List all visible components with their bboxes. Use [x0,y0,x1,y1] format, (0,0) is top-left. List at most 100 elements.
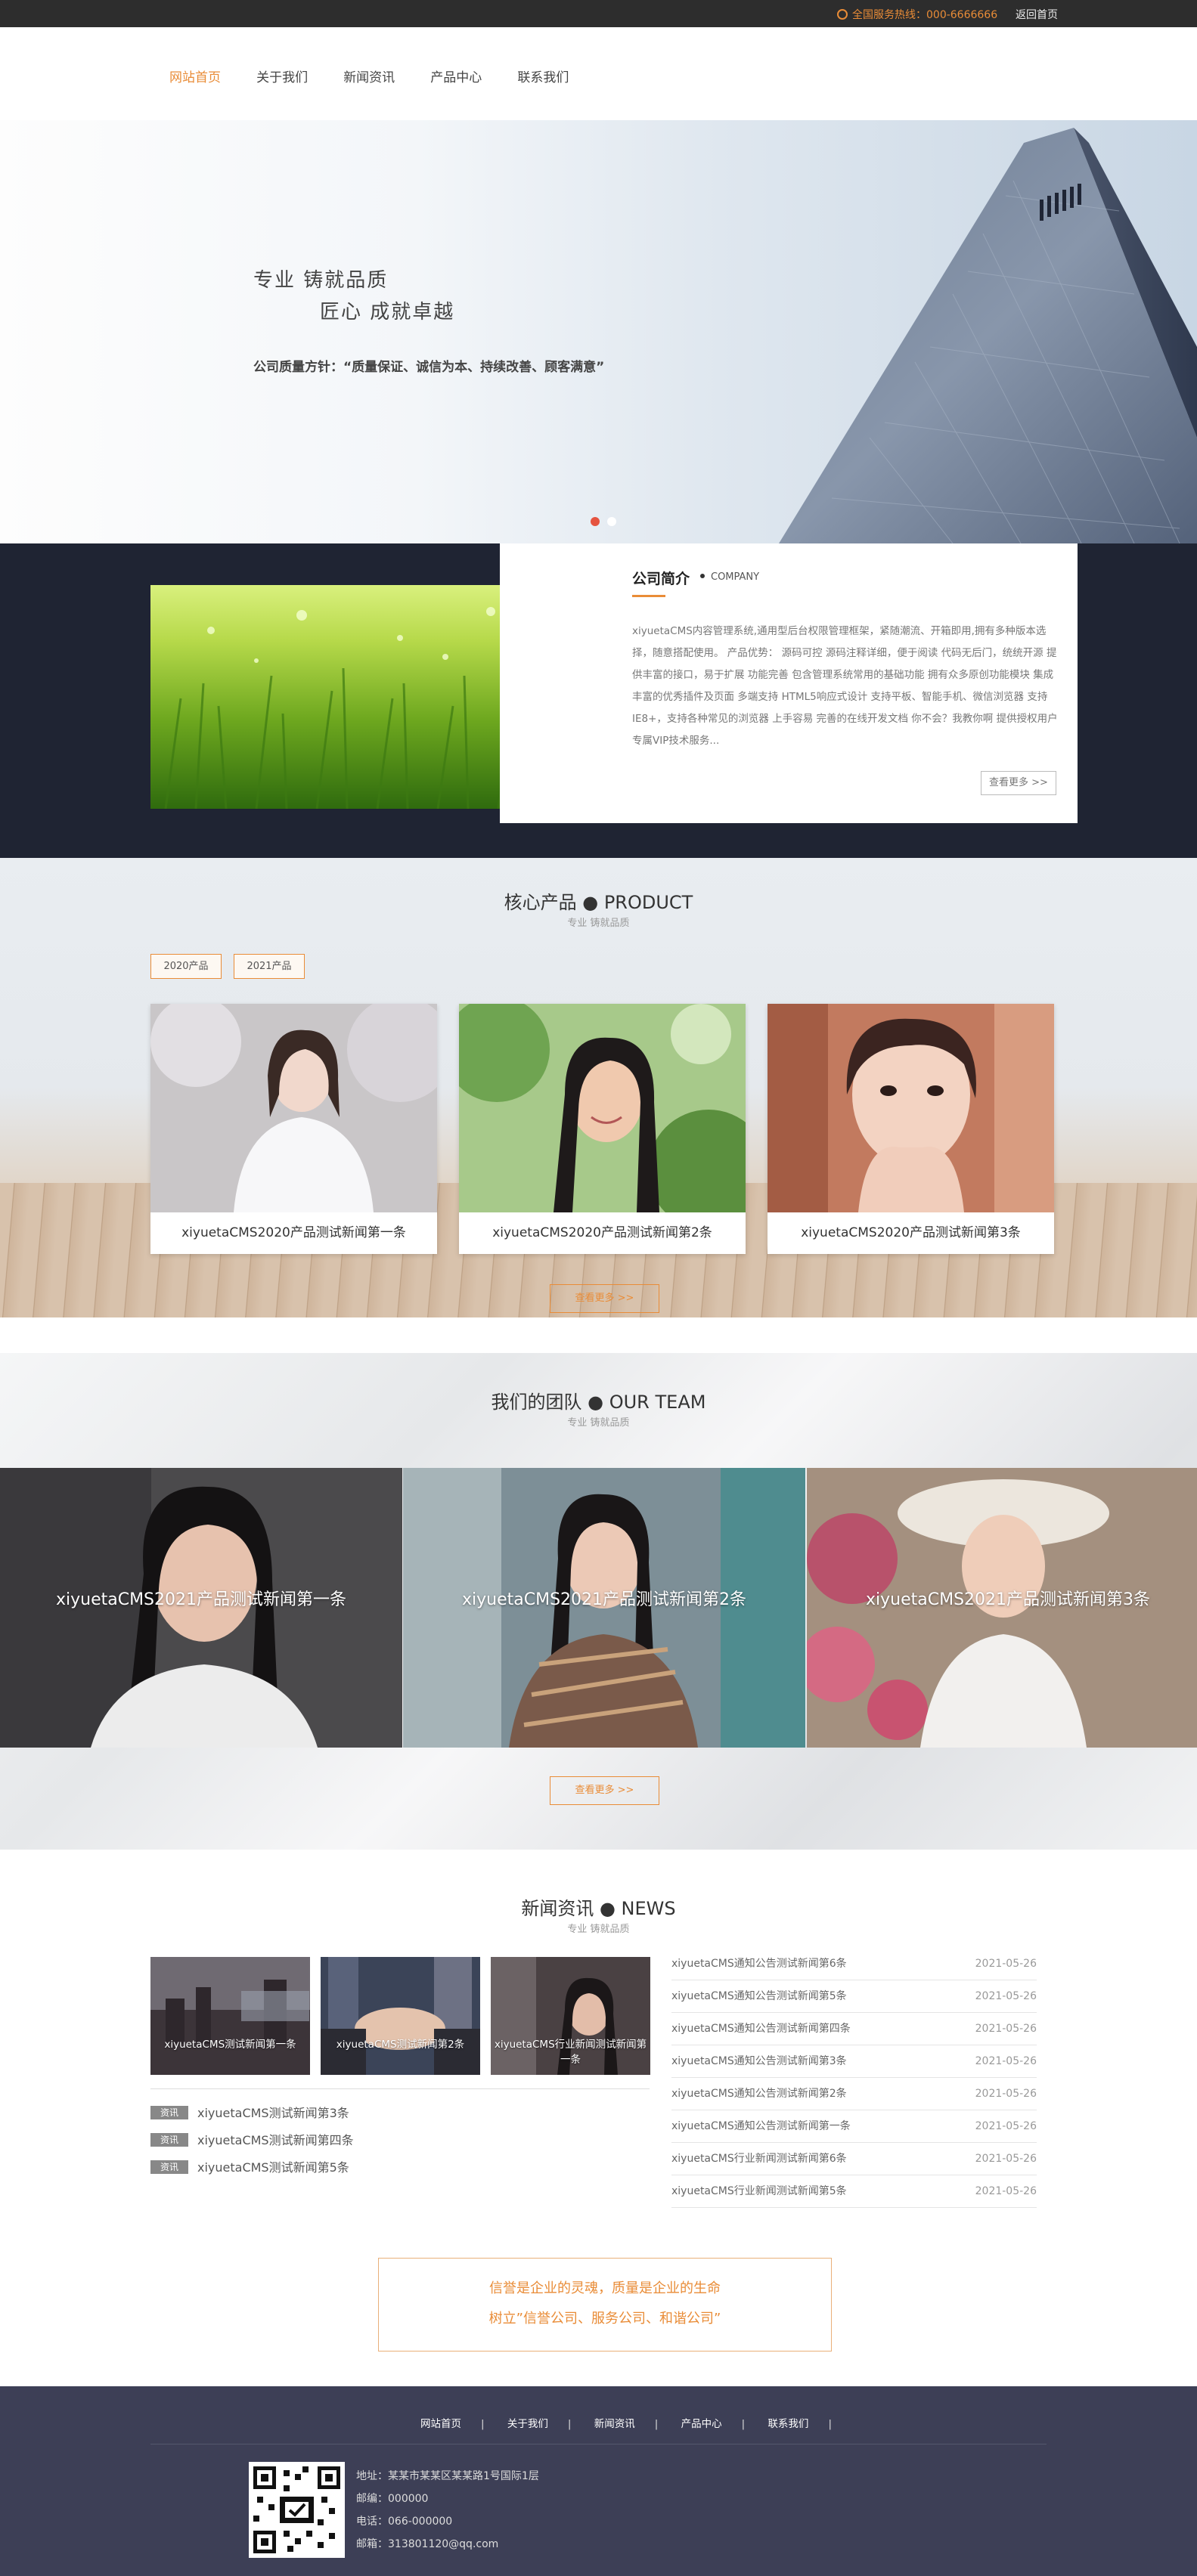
tab-2021[interactable]: 2021产品 [234,954,305,979]
list-item[interactable]: xiyuetaCMS通知公告测试新闻第2条 2021-05-26 [671,2078,1037,2110]
nav-item-home[interactable]: 网站首页 [169,67,221,85]
news-item-title: xiyuetaCMS测试新闻第四条 [197,2133,354,2147]
footer-link-about[interactable]: 关于我们 [507,2418,548,2430]
product-card[interactable]: xiyuetaCMS2020产品测试新闻第一条 [150,1004,437,1254]
list-item[interactable]: xiyuetaCMS通知公告测试新闻第一条 2021-05-26 [671,2110,1037,2143]
notice-title: xiyuetaCMS通知公告测试新闻第四条 [671,2023,851,2035]
separator: | [741,2418,746,2430]
hero-banner[interactable]: 专业 铸就品质 匠心 成就卓越 公司质量方针：“质量保证、诚信为本、持续改善、顾… [0,120,1197,543]
phone-icon [837,9,848,20]
postcode: 邮编：000000 [356,2493,429,2505]
notice-date: 2021-05-26 [975,1958,1037,1970]
news-subtitle: 专业 铸就品质 [567,1924,630,1935]
address: 地址：某某市某某区某某路1号国际1层 [356,2470,539,2482]
team-member-caption: xiyuetaCMS2021产品测试新闻第一条 [55,1590,347,1609]
product-caption: xiyuetaCMS2020产品测试新闻第2条 [492,1225,712,1240]
team-member-card[interactable]: xiyuetaCMS2021产品测试新闻第2条 [403,1468,805,1748]
footer: 网站首页 | 关于我们 | 新闻资讯 | 产品中心 | 联系我们 | 地址：某某… [0,2386,1197,2576]
news-list: 资讯 xiyuetaCMS测试新闻第3条 资讯 xiyuetaCMS测试新闻第四条 … [150,2088,650,2184]
team-more-button[interactable]: 查看更多 >> [550,1776,659,1805]
news-tag: 资讯 [150,2106,188,2119]
team-member-card[interactable]: xiyuetaCMS2021产品测试新闻第一条 [0,1468,402,1748]
about-description: xiyuetaCMS内容管理系统,通用型后台权限管理框架，紧随潮流、开箱即用,拥… [632,625,1058,747]
featured-news-caption: xiyuetaCMS测试新闻第一条 [164,2039,296,2051]
product-caption: xiyuetaCMS2020产品测试新闻第一条 [181,1225,406,1240]
separator: | [567,2418,572,2430]
featured-news-card[interactable]: xiyuetaCMS测试新闻第一条 [150,1957,310,2075]
hotline-text: 全国服务热线：000-6666666 [852,9,998,21]
qr-code-icon [249,2462,345,2558]
notice-title: xiyuetaCMS通知公告测试新闻第3条 [671,2055,847,2067]
notice-title: xiyuetaCMS通知公告测试新闻第6条 [671,1958,847,1970]
nav-item-products[interactable]: 产品中心 [430,67,482,85]
notice-date: 2021-05-26 [975,2023,1037,2035]
list-item[interactable]: xiyuetaCMS通知公告测试新闻第四条 2021-05-26 [671,2013,1037,2045]
footer-nav: 网站首页 | 关于我们 | 新闻资讯 | 产品中心 | 联系我们 | [420,2415,851,2430]
footer-link-products[interactable]: 产品中心 [681,2418,722,2430]
list-item[interactable]: xiyuetaCMS通知公告测试新闻第5条 2021-05-26 [671,1980,1037,2013]
slider-dots [591,515,624,529]
list-item[interactable]: 资讯 xiyuetaCMS测试新闻第四条 [150,2130,650,2157]
product-tabs: 2020产品 2021产品 [150,954,317,979]
product-title: 核心产品 ● PRODUCT [504,892,693,913]
notice-date: 2021-05-26 [975,2153,1037,2165]
slider-dot-1[interactable] [591,517,600,526]
notice-date: 2021-05-26 [975,2120,1037,2132]
top-bar: 全国服务热线：000-6666666 返回首页 [0,0,1197,27]
nav-item-news[interactable]: 新闻资讯 [343,67,395,85]
separator: | [654,2418,659,2430]
featured-news-card[interactable]: xiyuetaCMS行业新闻测试新闻第一条 [491,1957,650,2075]
news-item-title: xiyuetaCMS测试新闻第3条 [197,2106,349,2120]
phone: 电话：066-000000 [356,2516,453,2528]
main-nav: 网站首页 关于我们 新闻资讯 产品中心 联系我们 [0,27,1197,120]
page: 全国服务热线：000-6666666 返回首页 网站首页 关于我们 新闻资讯 产… [0,0,1197,2576]
footer-link-news[interactable]: 新闻资讯 [594,2418,635,2430]
list-item[interactable]: xiyuetaCMS通知公告测试新闻第3条 2021-05-26 [671,2045,1037,2078]
footer-link-contact[interactable]: 联系我们 [768,2418,808,2430]
product-card[interactable]: xiyuetaCMS2020产品测试新闻第2条 [459,1004,746,1254]
news-tag: 资讯 [150,2160,188,2174]
contact-info: 地址：某某市某某区某某路1号国际1层 邮编：000000 电话：066-0000… [356,2465,539,2556]
footer-link-home[interactable]: 网站首页 [420,2418,461,2430]
list-item[interactable]: xiyuetaCMS行业新闻测试新闻第6条 2021-05-26 [671,2143,1037,2175]
product-more-button[interactable]: 查看更多 >> [550,1284,659,1313]
product-card[interactable]: xiyuetaCMS2020产品测试新闻第3条 [768,1004,1054,1254]
list-item[interactable]: xiyuetaCMS行业新闻测试新闻第5条 2021-05-26 [671,2175,1037,2208]
notice-title: xiyuetaCMS通知公告测试新闻第一条 [671,2120,851,2132]
about-card: 公司简介 COMPANY xiyuetaCMS内容管理系统,通用型后台权限管理框… [500,543,1078,823]
product-subtitle: 专业 铸就品质 [567,918,630,929]
list-item[interactable]: 资讯 xiyuetaCMS测试新闻第3条 [150,2103,650,2130]
company-motto: 信誉是企业的灵魂，质量是企业的生命 树立”信誉公司、服务公司、和谐公司” [378,2258,832,2352]
notice-date: 2021-05-26 [975,2055,1037,2067]
hotline: 全国服务热线：000-6666666 [837,7,997,22]
tab-2020[interactable]: 2020产品 [150,954,222,979]
about-subtitle: COMPANY [700,571,759,583]
notice-title: xiyuetaCMS通知公告测试新闻第5条 [671,1990,847,2002]
bullet-icon [700,574,705,578]
notice-title: xiyuetaCMS通知公告测试新闻第2条 [671,2088,847,2100]
news-photo [150,1957,310,2075]
notice-date: 2021-05-26 [975,2088,1037,2100]
featured-news-card[interactable]: xiyuetaCMS测试新闻第2条 [321,1957,480,2075]
about-subtitle-en: COMPANY [711,571,760,583]
notice-title: xiyuetaCMS行业新闻测试新闻第6条 [671,2153,847,2165]
notice-date: 2021-05-26 [975,2185,1037,2197]
news-title: 新闻资讯 ● NEWS [521,1898,676,1919]
news-photo [321,1957,480,2075]
about-title: 公司简介 [632,571,690,587]
product-section: 核心产品 ● PRODUCT 专业 铸就品质 2020产品 2021产品 xiyu… [0,858,1197,1317]
list-item[interactable]: 资讯 xiyuetaCMS测试新闻第5条 [150,2157,650,2184]
featured-news-caption: xiyuetaCMS测试新闻第2条 [336,2039,465,2051]
nav-item-about[interactable]: 关于我们 [256,67,308,85]
list-item[interactable]: xiyuetaCMS通知公告测试新闻第6条 2021-05-26 [671,1948,1037,1980]
news-tag: 资讯 [150,2133,188,2147]
about-more-button[interactable]: 查看更多 >> [981,771,1056,795]
team-title: 我们的团队 ● OUR TEAM [491,1392,706,1413]
nav-item-contact[interactable]: 联系我们 [517,67,569,85]
slider-dot-2[interactable] [607,517,616,526]
return-home-link[interactable]: 返回首页 [1016,7,1058,22]
separator: | [481,2418,485,2430]
team-member-card[interactable]: xiyuetaCMS2021产品测试新闻第3条 [807,1468,1197,1748]
team-member-caption: xiyuetaCMS2021产品测试新闻第2条 [461,1590,747,1609]
product-photo [768,1004,1054,1212]
